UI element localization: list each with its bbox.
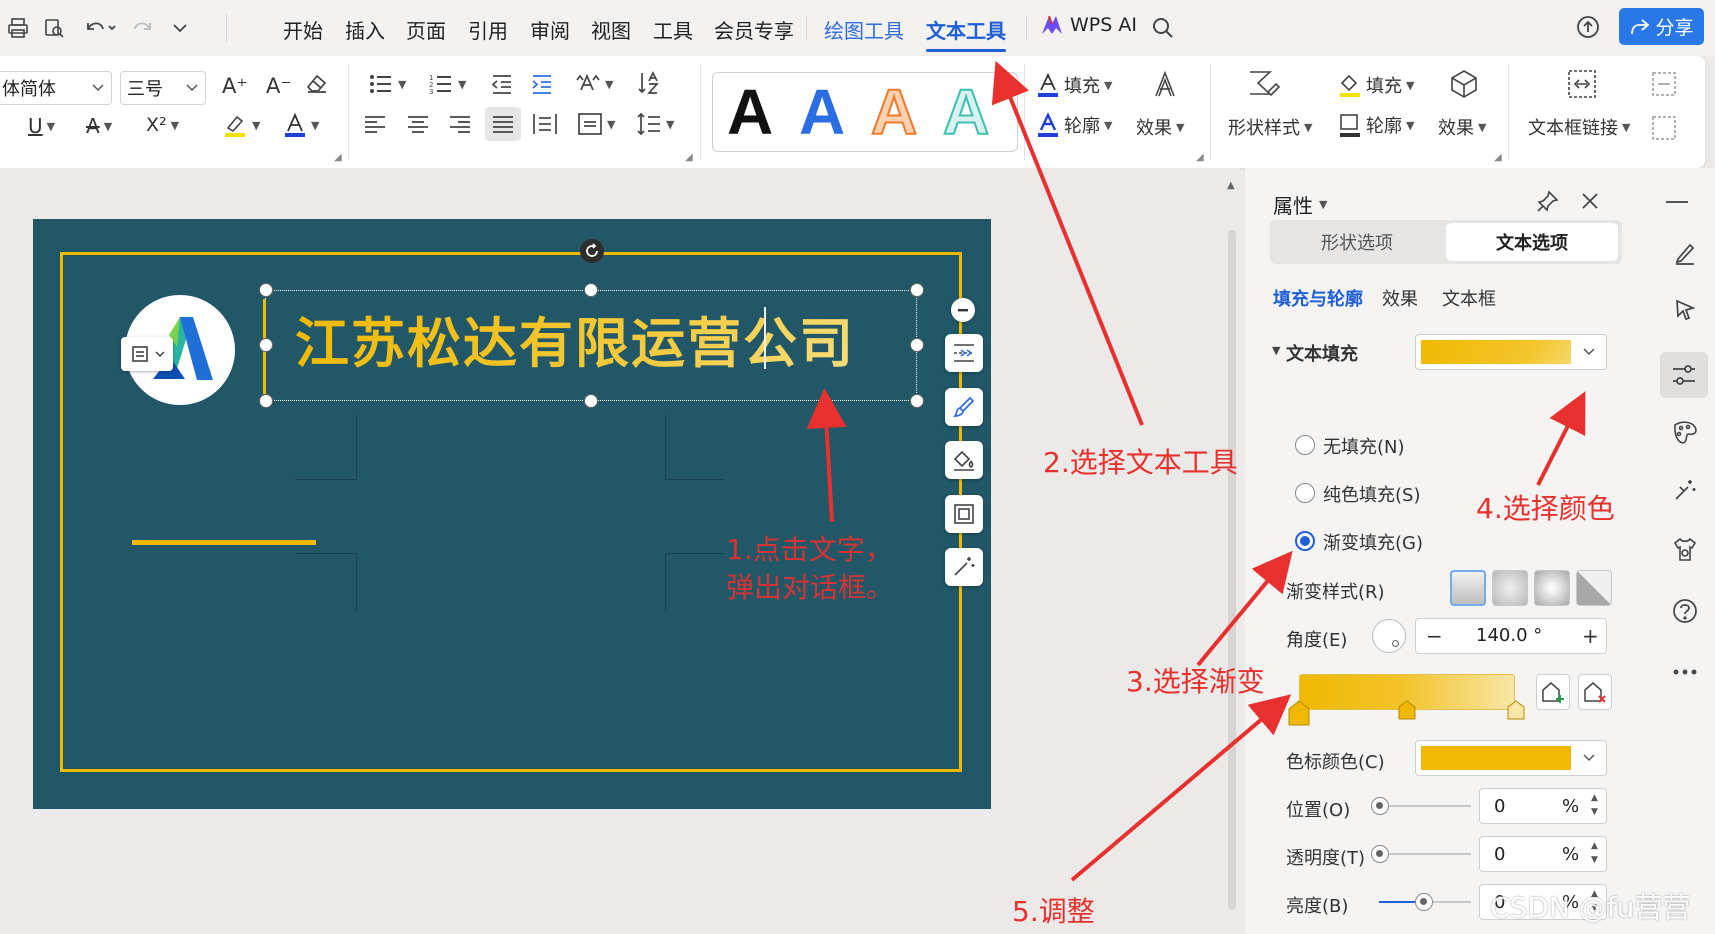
annotation-arrow-1 xyxy=(806,388,847,523)
annotation-step-4: 4.选择颜色 xyxy=(1476,492,1615,525)
annotation-step-1: 1.点击文字， 弹出对话框。 xyxy=(726,531,894,607)
annotation-step-1-line2: 弹出对话框。 xyxy=(726,571,895,604)
annotation-arrows xyxy=(806,60,1586,882)
annotation-arrow-5 xyxy=(1070,694,1292,882)
annotation-arrow-4 xyxy=(1536,391,1586,486)
watermark: CSDN @fu营营 xyxy=(1490,891,1691,924)
annotation-arrow-2 xyxy=(991,60,1144,426)
annotation-step-3: 3.选择渐变 xyxy=(1126,665,1265,698)
annotation-arrow-3 xyxy=(1196,550,1293,667)
annotation-step-2: 2.选择文本工具 xyxy=(1043,446,1238,479)
annotation-step-1-line1: 1.点击文字， xyxy=(726,533,893,566)
annotation-step-5: 5.调整 xyxy=(1012,895,1095,928)
